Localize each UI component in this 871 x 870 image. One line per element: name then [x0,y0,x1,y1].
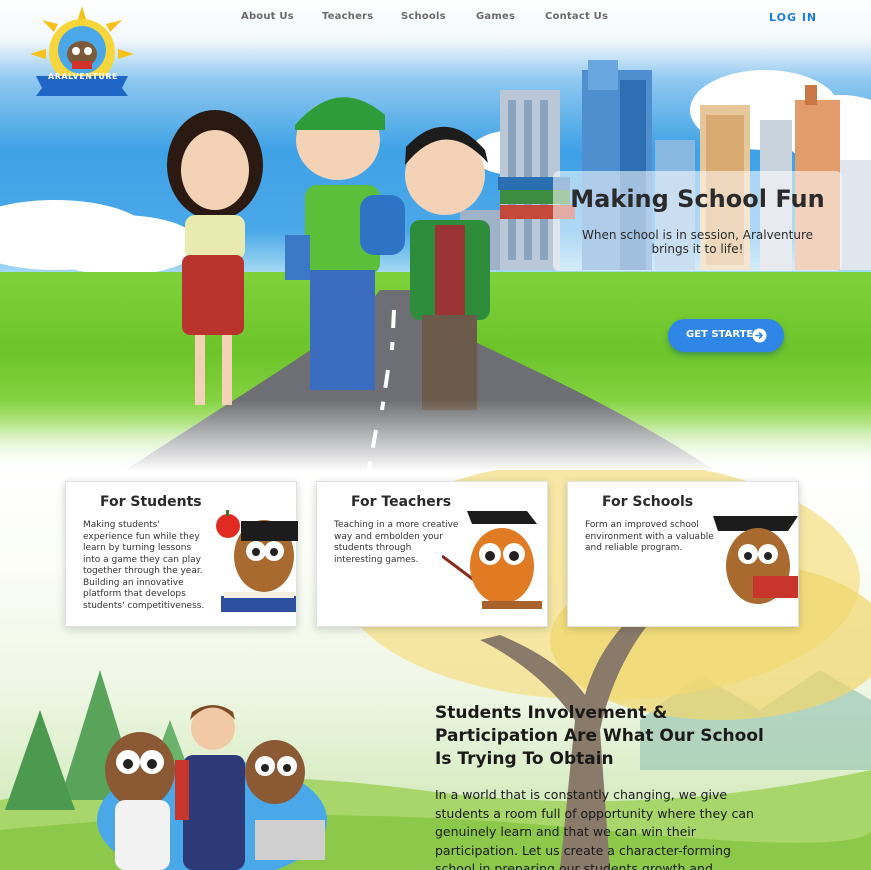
nav-games[interactable]: Games [476,11,515,22]
owl-teacher-illustration [442,511,542,609]
nav-teachers[interactable]: Teachers [322,11,373,22]
arrow-right-circle-icon [752,328,767,343]
hero-bottom-fade [0,400,871,470]
kids-and-owls-illustration [97,705,327,870]
section-title: Students Involvement & Participation Are… [435,703,764,769]
card-text: Form an improved school environment with… [585,520,714,553]
get-started-label: GET STARTED [686,329,762,340]
nav-contact-us[interactable]: Contact Us [545,11,608,22]
card-for-students[interactable]: For Students Making students' experience… [65,481,298,627]
card-text: Making students' experience fun while th… [83,520,205,611]
logo-wordmark: ARALVENTURE [48,72,118,81]
card-for-teachers[interactable]: For Teachers Teaching in a more creative… [316,481,548,627]
nav-about-us[interactable]: About Us [241,11,294,22]
section-body: In a world that is constantly changing, … [435,787,754,870]
owl-with-book-illustration [713,516,798,604]
get-started-button[interactable]: GET STARTED [668,319,784,352]
owl-with-apple-illustration [216,510,298,612]
aralventure-logo[interactable] [30,6,134,102]
card-title: For Students [100,494,202,510]
card-text: Teaching in a more creative way and embo… [334,520,459,565]
card-for-schools[interactable]: For Schools Form an improved school envi… [567,481,799,627]
hero-title: Making School Fun [570,185,825,213]
hero-subtitle: When school is in session, Aralventure b… [581,228,814,256]
card-title: For Schools [602,494,694,510]
login-link[interactable]: LOG IN [769,11,817,24]
card-title: For Teachers [351,494,452,510]
nav-schools[interactable]: Schools [401,11,446,22]
characters-illustration [167,97,575,410]
hero-banner: ARALVENTURE About Us Teachers Schools Ga… [0,0,871,470]
